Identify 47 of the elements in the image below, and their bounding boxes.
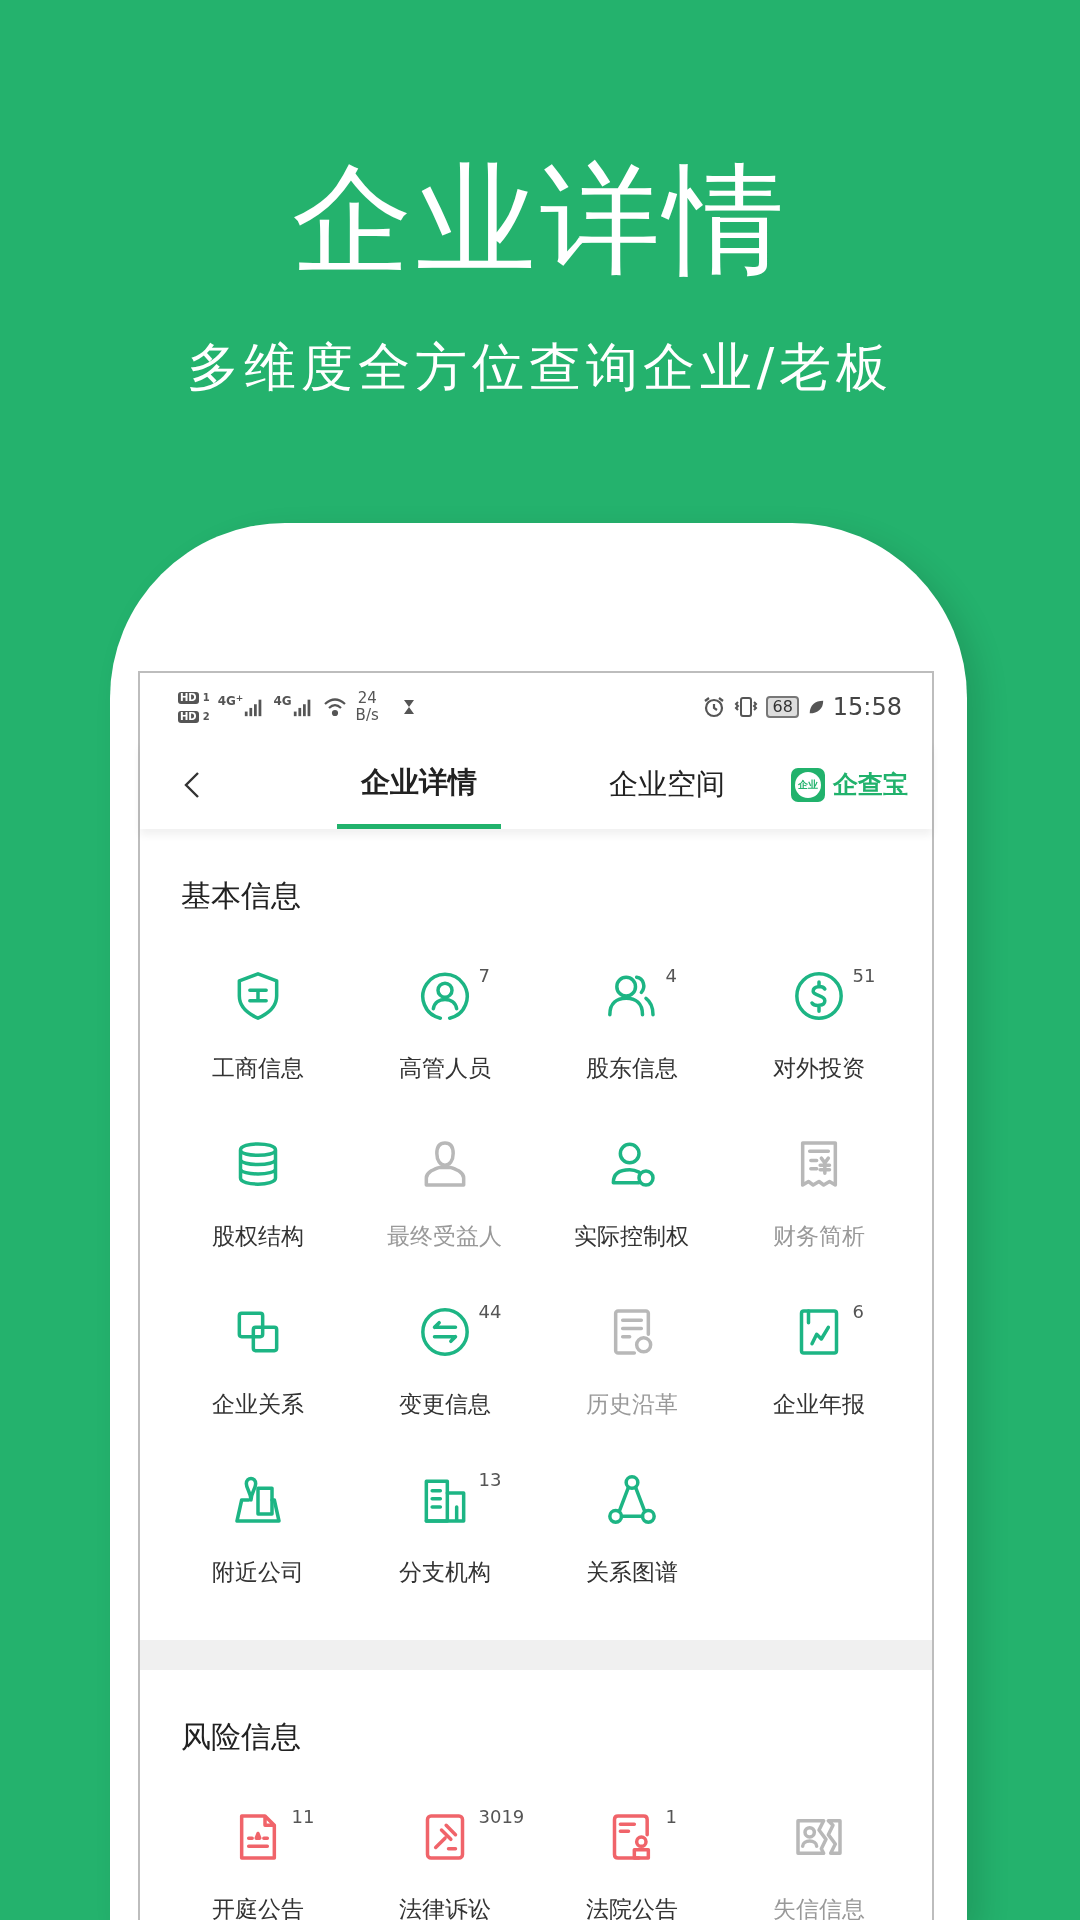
status-time: 15:58 bbox=[832, 692, 902, 723]
item-label: 股权结构 bbox=[211, 1222, 304, 1251]
item-label: 企业关系 bbox=[211, 1390, 304, 1419]
headline: 企业详情 bbox=[291, 149, 789, 291]
back-button[interactable] bbox=[182, 771, 202, 799]
grid-item[interactable]: 关系图谱 bbox=[538, 1472, 725, 1640]
speed-unit: B/s bbox=[355, 707, 379, 724]
item-label: 变更信息 bbox=[398, 1390, 491, 1419]
item-label: 关系图谱 bbox=[585, 1558, 678, 1587]
item-label: 工商信息 bbox=[211, 1054, 304, 1083]
section-title: 风险信息 bbox=[181, 1718, 302, 1756]
back-icon bbox=[184, 771, 200, 799]
item-label: 企业年报 bbox=[772, 1390, 865, 1419]
brand-name: 企查宝 bbox=[833, 769, 908, 802]
item-label: 法律诉讼 bbox=[398, 1895, 491, 1920]
item-label: 分支机构 bbox=[398, 1558, 491, 1587]
grid-item[interactable]: 企业关系 bbox=[164, 1304, 351, 1472]
item-label: 法院公告 bbox=[585, 1895, 678, 1920]
sim-badge: HD bbox=[178, 710, 199, 723]
section-title: 基本信息 bbox=[181, 877, 302, 915]
item-label: 最终受益人 bbox=[387, 1222, 502, 1251]
vibrate-icon bbox=[734, 695, 759, 719]
item-label: 高管人员 bbox=[398, 1054, 491, 1083]
grid-item[interactable]: 工商信息 bbox=[164, 968, 351, 1136]
item-label: 附近公司 bbox=[211, 1558, 304, 1587]
item-label: 股东信息 bbox=[585, 1054, 678, 1083]
sim-badge: HD bbox=[178, 691, 199, 704]
tab[interactable]: 企业空间 bbox=[585, 741, 749, 829]
item-label: 历史沿革 bbox=[585, 1390, 678, 1419]
network-speed: 24 bbox=[356, 690, 378, 707]
tab[interactable]: 企业详情 bbox=[337, 741, 501, 829]
network-type: 4G$^{+}$ bbox=[217, 695, 244, 707]
grid-item[interactable]: 实际控制权 bbox=[538, 1136, 725, 1304]
item-label: 对外投资 bbox=[772, 1054, 865, 1083]
item-label: 财务简析 bbox=[772, 1222, 865, 1251]
logo-text: 企业 bbox=[795, 772, 821, 798]
grid-item[interactable]: 附近公司 bbox=[164, 1472, 351, 1640]
hourglass-icon bbox=[402, 699, 415, 715]
sim-slot: 1 bbox=[202, 690, 210, 705]
battery-indicator: 68 bbox=[766, 696, 799, 718]
item-label: 失信信息 bbox=[772, 1895, 865, 1920]
network-type: 4G bbox=[273, 695, 292, 707]
item-label: 实际控制权 bbox=[574, 1222, 689, 1251]
subtitle: 多维度全方位查询企业/老板 bbox=[186, 336, 894, 399]
item-label: 开庭公告 bbox=[211, 1895, 304, 1920]
grid-item[interactable]: 股权结构 bbox=[164, 1136, 351, 1304]
sim-slot: 2 bbox=[202, 709, 210, 724]
